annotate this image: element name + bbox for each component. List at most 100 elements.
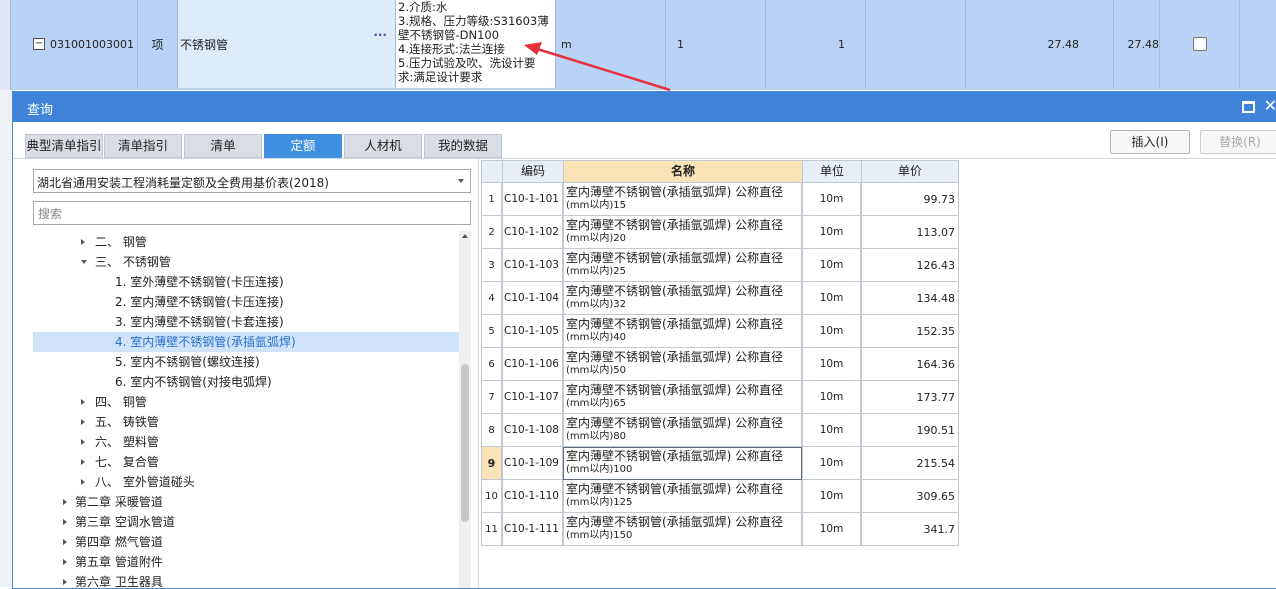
tree-node[interactable]: 五、 铸铁管 — [33, 412, 459, 432]
quota-unit-cell[interactable]: 10m — [802, 447, 861, 480]
quota-unit-cell[interactable]: 10m — [802, 480, 861, 513]
table-row[interactable]: 11 C10-1-111 室内薄壁不锈钢管(承插氩弧焊) 公称直径 (mm以内)150… — [481, 513, 959, 546]
insert-button[interactable]: 插入(I) — [1110, 130, 1190, 154]
row-index-cell[interactable]: 8 — [481, 414, 502, 447]
triangle-right-icon[interactable] — [63, 559, 67, 565]
tree-node[interactable]: 第五章 管道附件 — [33, 552, 459, 572]
quota-name-cell[interactable]: 室内薄壁不锈钢管(承插氩弧焊) 公称直径 (mm以内)125 — [563, 480, 802, 513]
scrollbar-thumb[interactable] — [461, 364, 469, 522]
col-header-price[interactable]: 单价 — [861, 160, 959, 183]
tab-my-data[interactable]: 我的数据 — [424, 134, 502, 158]
bill-type-cell[interactable]: 项 — [138, 0, 178, 88]
tab-labor-material-machine[interactable]: 人材机 — [344, 134, 422, 158]
row-index-cell[interactable]: 3 — [481, 249, 502, 282]
quota-unit-cell[interactable]: 10m — [802, 414, 861, 447]
col-header-unit[interactable]: 单位 — [802, 160, 862, 183]
dialog-titlebar[interactable]: 查询 ✕ — [13, 92, 1276, 122]
quota-price-cell[interactable]: 173.77 — [861, 381, 959, 414]
tree-node[interactable]: 第二章 采暖管道 — [33, 492, 459, 512]
quota-name-cell[interactable]: 室内薄壁不锈钢管(承插氩弧焊) 公称直径 (mm以内)15 — [563, 183, 802, 216]
quota-unit-cell[interactable]: 10m — [802, 249, 861, 282]
table-row[interactable]: 5 C10-1-105 室内薄壁不锈钢管(承插氩弧焊) 公称直径 (mm以内)40 10… — [481, 315, 959, 348]
quota-price-cell[interactable]: 134.48 — [861, 282, 959, 315]
row-index-cell[interactable]: 6 — [481, 348, 502, 381]
tree-node[interactable]: 二、 钢管 — [33, 232, 459, 252]
tree-node[interactable]: 第三章 空调水管道 — [33, 512, 459, 532]
quota-unit-cell[interactable]: 10m — [802, 348, 861, 381]
row-index-cell[interactable]: 4 — [481, 282, 502, 315]
tree-node[interactable]: 第四章 燃气管道 — [33, 532, 459, 552]
tab-typical-bill-guide[interactable]: 典型清单指引 — [25, 134, 103, 158]
search-box[interactable] — [33, 201, 471, 225]
quota-unit-cell[interactable]: 10m — [802, 282, 861, 315]
col-header-code[interactable]: 编码 — [502, 160, 564, 183]
triangle-right-icon[interactable] — [81, 399, 85, 405]
quota-price-cell[interactable]: 99.73 — [861, 183, 959, 216]
quota-price-cell[interactable]: 215.54 — [861, 447, 959, 480]
tree-node[interactable]: 七、 复合管 — [33, 452, 459, 472]
quota-price-cell[interactable]: 113.07 — [861, 216, 959, 249]
quota-price-cell[interactable]: 152.35 — [861, 315, 959, 348]
quota-name-cell[interactable]: 室内薄壁不锈钢管(承插氩弧焊) 公称直径 (mm以内)150 — [563, 513, 802, 546]
tree-node[interactable]: 3. 室内薄壁不锈钢管(卡套连接) — [33, 312, 459, 332]
quota-price-cell[interactable]: 190.51 — [861, 414, 959, 447]
bill-qty-expr-cell[interactable]: 1 — [666, 0, 766, 88]
scroll-up-icon[interactable] — [462, 234, 468, 238]
tree-node[interactable]: 1. 室外薄壁不锈钢管(卡压连接) — [33, 272, 459, 292]
close-icon[interactable]: ✕ — [1264, 96, 1276, 115]
tab-bill[interactable]: 清单 — [184, 134, 262, 158]
table-row[interactable]: 8 C10-1-108 室内薄壁不锈钢管(承插氩弧焊) 公称直径 (mm以内)80 10… — [481, 414, 959, 447]
tree-node[interactable]: 六、 塑料管 — [33, 432, 459, 452]
quota-name-cell[interactable]: 室内薄壁不锈钢管(承插氩弧焊) 公称直径 (mm以内)80 — [563, 414, 802, 447]
quota-code-cell[interactable]: C10-1-105 — [502, 315, 563, 348]
row-index-cell[interactable]: 7 — [481, 381, 502, 414]
table-row[interactable]: 7 C10-1-107 室内薄壁不锈钢管(承插氩弧焊) 公称直径 (mm以内)65 10… — [481, 381, 959, 414]
quota-name-cell[interactable]: 室内薄壁不锈钢管(承插氩弧焊) 公称直径 (mm以内)50 — [563, 348, 802, 381]
tree-node[interactable]: 八、 室外管道碰头 — [33, 472, 459, 492]
minus-box-icon[interactable]: − — [33, 38, 45, 50]
table-row[interactable]: 4 C10-1-104 室内薄壁不锈钢管(承插氩弧焊) 公称直径 (mm以内)32 10… — [481, 282, 959, 315]
triangle-right-icon[interactable] — [81, 479, 85, 485]
quota-code-cell[interactable]: C10-1-111 — [502, 513, 563, 546]
bill-name-cell[interactable]: 不锈钢管 ··· — [178, 0, 396, 88]
quota-price-cell[interactable]: 126.43 — [861, 249, 959, 282]
quota-code-cell[interactable]: C10-1-103 — [502, 249, 563, 282]
quota-code-cell[interactable]: C10-1-102 — [502, 216, 563, 249]
quota-price-cell[interactable]: 341.7 — [861, 513, 959, 546]
maximize-icon[interactable] — [1242, 101, 1255, 113]
triangle-right-icon[interactable] — [81, 419, 85, 425]
chevron-down-icon[interactable] — [458, 179, 464, 183]
triangle-right-icon[interactable] — [81, 439, 85, 445]
quota-unit-cell[interactable]: 10m — [802, 216, 861, 249]
tree-node[interactable]: 三、 不锈钢管 — [33, 252, 459, 272]
quota-unit-cell[interactable]: 10m — [802, 381, 861, 414]
tree-node[interactable]: 6. 室内不锈钢管(对接电弧焊) — [33, 372, 459, 392]
quota-price-cell[interactable]: 164.36 — [861, 348, 959, 381]
quota-code-cell[interactable]: C10-1-104 — [502, 282, 563, 315]
triangle-right-icon[interactable] — [81, 459, 85, 465]
quota-name-cell[interactable]: 室内薄壁不锈钢管(承插氩弧焊) 公称直径 (mm以内)32 — [563, 282, 802, 315]
background-bill-row[interactable]: − 031001003001 项 不锈钢管 ··· 2.介质:水 3.规格、压力… — [0, 0, 1276, 92]
row-index-cell[interactable]: 9 — [481, 447, 502, 480]
triangle-right-icon[interactable] — [81, 239, 85, 245]
empty-cell[interactable] — [866, 0, 966, 88]
row-index-cell[interactable]: 1 — [481, 183, 502, 216]
table-row[interactable]: 6 C10-1-106 室内薄壁不锈钢管(承插氩弧焊) 公称直径 (mm以内)50 10… — [481, 348, 959, 381]
quota-name-cell[interactable]: 室内薄壁不锈钢管(承插氩弧焊) 公称直径 (mm以内)65 — [563, 381, 802, 414]
triangle-right-icon[interactable] — [63, 499, 67, 505]
quota-code-cell[interactable]: C10-1-107 — [502, 381, 563, 414]
tree-node[interactable]: 2. 室内薄壁不锈钢管(卡压连接) — [33, 292, 459, 312]
row-index-cell[interactable]: 5 — [481, 315, 502, 348]
quota-code-cell[interactable]: C10-1-106 — [502, 348, 563, 381]
table-row[interactable]: 1 C10-1-101 室内薄壁不锈钢管(承插氩弧焊) 公称直径 (mm以内)15 10… — [481, 183, 959, 216]
quota-name-cell[interactable]: 室内薄壁不锈钢管(承插氩弧焊) 公称直径 (mm以内)25 — [563, 249, 802, 282]
replace-button[interactable]: 替换(R) — [1200, 130, 1276, 154]
tree-node[interactable]: 5. 室内不锈钢管(螺纹连接) — [33, 352, 459, 372]
quota-code-cell[interactable]: C10-1-109 — [502, 447, 563, 480]
quota-name-cell[interactable]: 室内薄壁不锈钢管(承插氩弧焊) 公称直径 (mm以内)20 — [563, 216, 802, 249]
tree-node[interactable]: 第六章 卫生器具 — [33, 572, 459, 588]
triangle-right-icon[interactable] — [63, 519, 67, 525]
quota-price-cell[interactable]: 309.65 — [861, 480, 959, 513]
triangle-right-icon[interactable] — [63, 579, 67, 585]
table-row[interactable]: 2 C10-1-102 室内薄壁不锈钢管(承插氩弧焊) 公称直径 (mm以内)20 10… — [481, 216, 959, 249]
